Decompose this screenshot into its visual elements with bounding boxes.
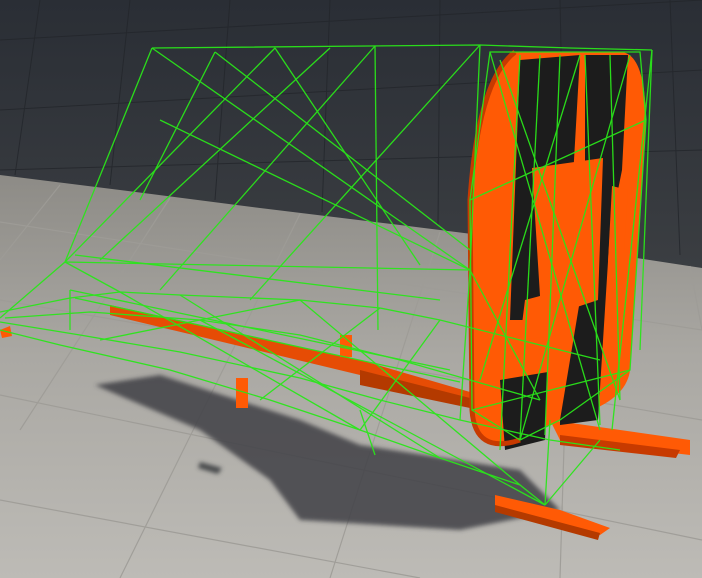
3d-scene[interactable]: [0, 0, 702, 578]
game-viewport[interactable]: [0, 0, 702, 578]
